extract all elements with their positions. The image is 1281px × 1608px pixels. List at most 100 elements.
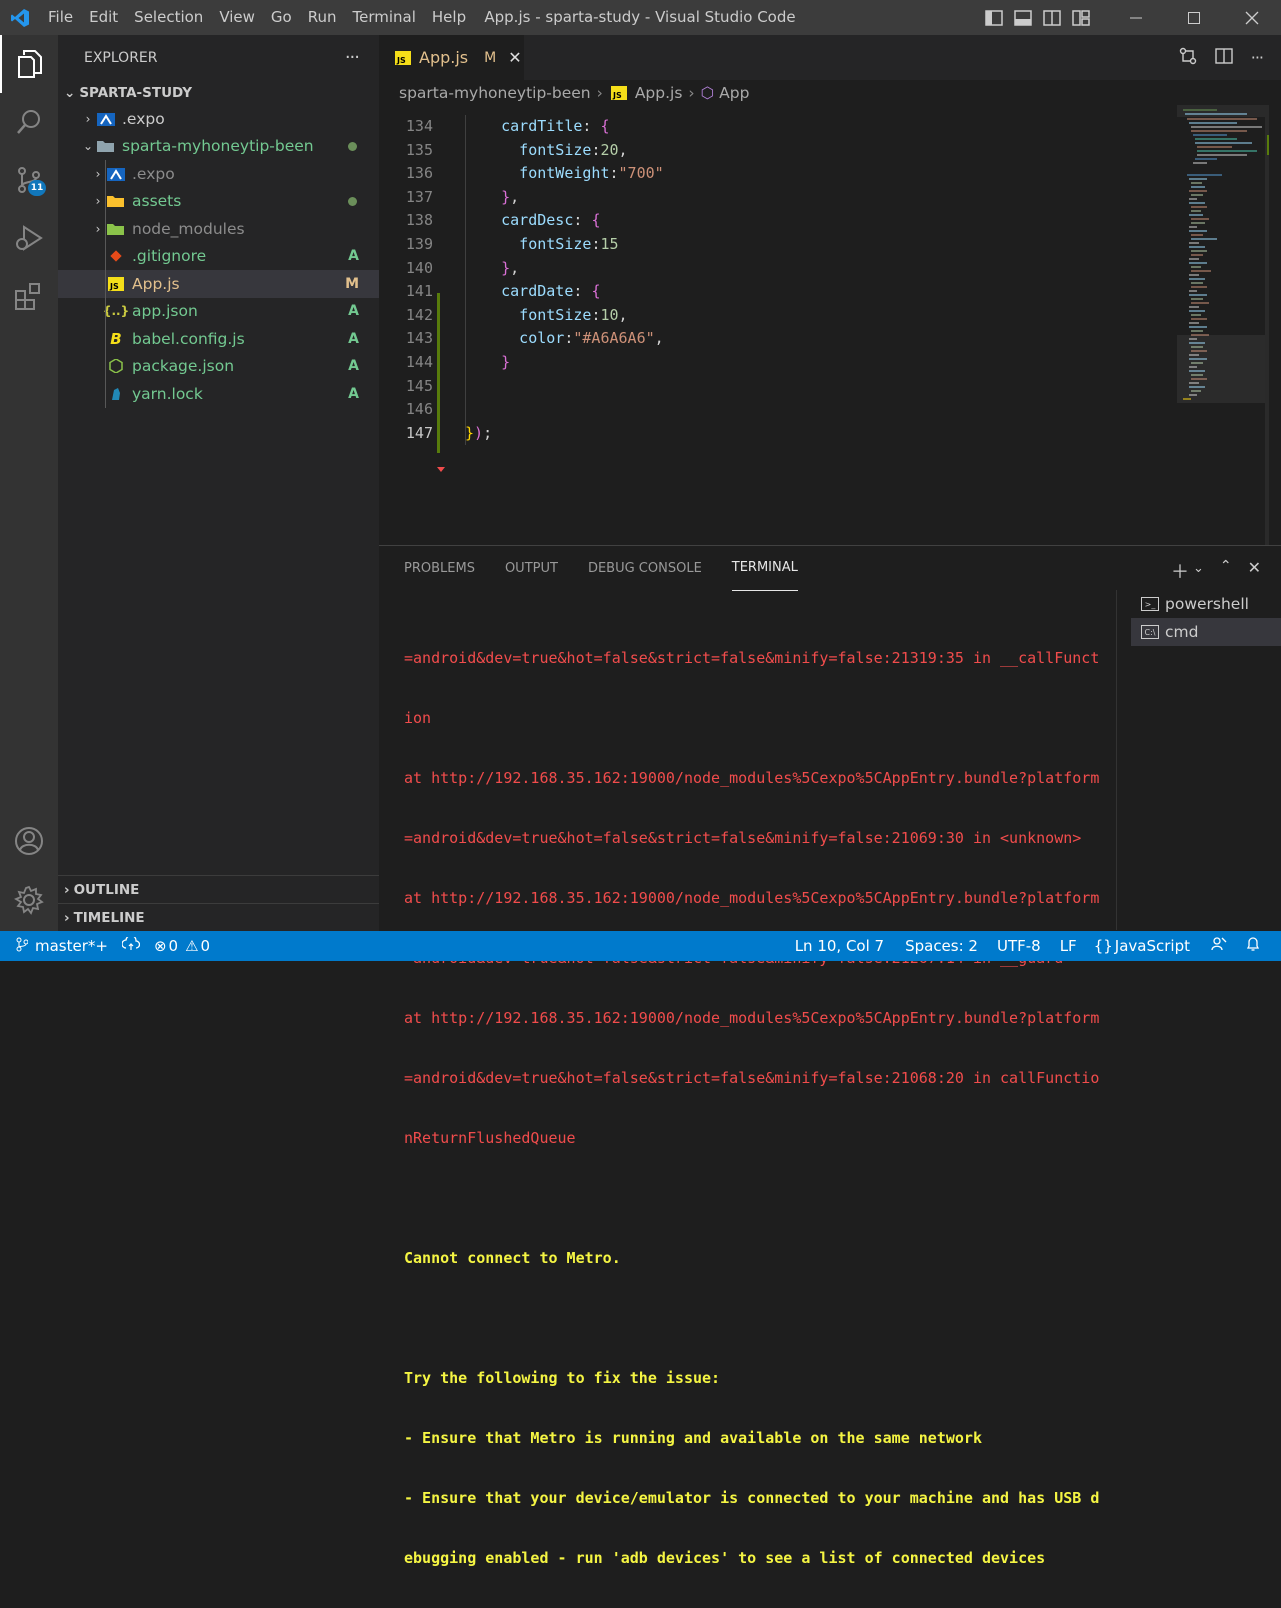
menu-help[interactable]: Help — [424, 0, 474, 35]
status-encoding[interactable]: UTF-8 — [997, 937, 1041, 955]
breadcrumb: sparta-myhoneytip-been › JS App.js › ⬡ A… — [379, 80, 1281, 105]
tab-label: App.js — [419, 48, 469, 67]
line-number: 139 — [405, 235, 433, 253]
code-editor[interactable]: 134 cardTitle: { 135 fontSize:20, 136 fo… — [379, 115, 1177, 495]
folder-assets-icon — [106, 193, 126, 209]
status-indentation[interactable]: Spaces: 2 — [905, 937, 978, 955]
maximize-icon[interactable] — [1165, 0, 1223, 35]
menu-go[interactable]: Go — [263, 0, 300, 35]
status-eol[interactable]: LF — [1060, 937, 1077, 955]
menu-view[interactable]: View — [211, 0, 263, 35]
git-change-gutter — [437, 293, 440, 453]
customize-layout-icon[interactable] — [1066, 0, 1095, 35]
tab-terminal[interactable]: TERMINAL — [731, 557, 798, 591]
js-file-icon: JS — [609, 85, 629, 101]
git-file-icon — [106, 248, 126, 264]
explorer-icon[interactable] — [0, 35, 58, 93]
tree-item-expo[interactable]: › .expo — [58, 160, 379, 188]
terminal-item-label: cmd — [1165, 623, 1199, 641]
minimize-icon[interactable] — [1107, 0, 1165, 35]
workspace-root-label: SPARTA-STUDY — [79, 84, 193, 101]
run-debug-icon[interactable] — [0, 209, 58, 267]
panel-tabs: PROBLEMS OUTPUT DEBUG CONSOLE TERMINAL — [379, 546, 1281, 591]
close-panel-icon[interactable]: ✕ — [1248, 558, 1261, 584]
status-cursor-position[interactable]: Ln 10, Col 7 — [795, 937, 884, 955]
notifications-bell-icon[interactable] — [1246, 936, 1260, 956]
outline-label: OUTLINE — [73, 881, 140, 898]
yarn-file-icon — [106, 386, 126, 402]
terminal-output[interactable]: =android&dev=true&hot=false&strict=false… — [404, 608, 1104, 1608]
chevron-down-icon[interactable]: ⌄ — [1193, 561, 1204, 584]
split-layout-icon[interactable] — [1037, 0, 1066, 35]
outline-section[interactable]: › OUTLINE — [58, 875, 379, 903]
bottom-panel: PROBLEMS OUTPUT DEBUG CONSOLE TERMINAL ＋… — [379, 545, 1281, 1567]
source-control-icon[interactable]: 11 — [0, 151, 58, 209]
menu-terminal[interactable]: Terminal — [345, 0, 424, 35]
more-actions-icon[interactable]: ··· — [1251, 48, 1264, 67]
tree-item-node-modules[interactable]: › node_modules — [58, 215, 379, 243]
tab-output[interactable]: OUTPUT — [505, 546, 558, 591]
terminal-item-powershell[interactable]: >_ powershell — [1131, 590, 1281, 618]
terminal-item-label: powershell — [1165, 595, 1249, 613]
terminal-line: Try the following to fix the issue: — [404, 1369, 721, 1387]
accounts-icon[interactable] — [0, 812, 58, 870]
git-status-added: A — [348, 358, 359, 375]
git-status-added: A — [348, 303, 359, 320]
indent-guide — [105, 352, 106, 380]
split-editor-icon[interactable] — [1215, 47, 1233, 69]
tree-item-gitignore[interactable]: .gitignore A — [58, 242, 379, 270]
menu-run[interactable]: Run — [300, 0, 345, 35]
new-terminal-icon[interactable]: ＋ — [1171, 558, 1189, 584]
chevron-right-icon: › — [95, 221, 101, 236]
tree-item-expo-root[interactable]: › .expo — [58, 105, 379, 133]
tree-item-label: sparta-myhoneytip-been — [122, 137, 314, 156]
tree-item-app-json[interactable]: {..} app.json A — [58, 297, 379, 325]
maximize-panel-icon[interactable]: ⌃ — [1220, 558, 1232, 584]
line-number: 136 — [405, 164, 433, 183]
status-language[interactable]: JavaScript — [1115, 937, 1190, 955]
braces-icon: {} — [1093, 937, 1113, 955]
breadcrumb-symbol[interactable]: App — [719, 84, 749, 102]
settings-gear-icon[interactable] — [0, 871, 58, 929]
tab-debug-console[interactable]: DEBUG CONSOLE — [588, 546, 702, 591]
toggle-panel-icon[interactable] — [1008, 0, 1037, 35]
open-changes-icon[interactable] — [1179, 47, 1197, 69]
tab-app-js[interactable]: JS App.js M ✕ — [379, 35, 524, 80]
search-icon[interactable] — [0, 93, 58, 151]
terminal-item-cmd[interactable]: C:\ cmd — [1131, 618, 1281, 646]
tree-item-label: node_modules — [132, 219, 245, 238]
timeline-section[interactable]: › TIMELINE — [58, 903, 379, 931]
indent-guide — [105, 215, 106, 243]
extensions-icon[interactable] — [0, 267, 58, 325]
menu-selection[interactable]: Selection — [126, 0, 211, 35]
tab-close-icon[interactable]: ✕ — [508, 48, 521, 67]
status-warnings[interactable]: 0 — [201, 937, 211, 955]
tree-item-sparta-folder[interactable]: ⌄ sparta-myhoneytip-been — [58, 133, 379, 161]
minimap[interactable] — [1177, 105, 1269, 545]
tree-item-app-js[interactable]: JS App.js M — [58, 270, 379, 298]
tree-item-label: babel.config.js — [132, 329, 245, 348]
tree-item-assets[interactable]: › assets — [58, 187, 379, 215]
tree-item-yarn-lock[interactable]: yarn.lock A — [58, 380, 379, 408]
tree-item-package-json[interactable]: package.json A — [58, 352, 379, 380]
code-line: }, — [465, 187, 520, 206]
menu-file[interactable]: File — [40, 0, 81, 35]
tree-item-babel-config[interactable]: B babel.config.js A — [58, 325, 379, 353]
toggle-sidebar-icon[interactable] — [979, 0, 1008, 35]
line-number: 147 — [405, 423, 433, 442]
breadcrumb-folder[interactable]: sparta-myhoneytip-been — [399, 84, 591, 102]
workspace-root[interactable]: ⌄ SPARTA-STUDY — [58, 80, 379, 105]
sync-icon[interactable] — [121, 934, 141, 955]
status-errors[interactable]: 0 — [169, 937, 179, 955]
terminal-scrollbar[interactable] — [1116, 590, 1117, 930]
breadcrumb-file[interactable]: App.js — [635, 84, 683, 102]
status-branch[interactable]: master*+ — [35, 937, 108, 955]
tab-problems[interactable]: PROBLEMS — [404, 546, 475, 591]
terminal-list: >_ powershell C:\ cmd — [1131, 590, 1281, 646]
explorer-more-actions[interactable]: ··· — [345, 47, 360, 68]
timeline-label: TIMELINE — [73, 909, 145, 926]
feedback-icon[interactable] — [1211, 936, 1227, 956]
close-window-icon[interactable] — [1223, 0, 1281, 35]
terminal-line: - Ensure that Metro is running and avail… — [404, 1429, 982, 1447]
menu-edit[interactable]: Edit — [81, 0, 126, 35]
